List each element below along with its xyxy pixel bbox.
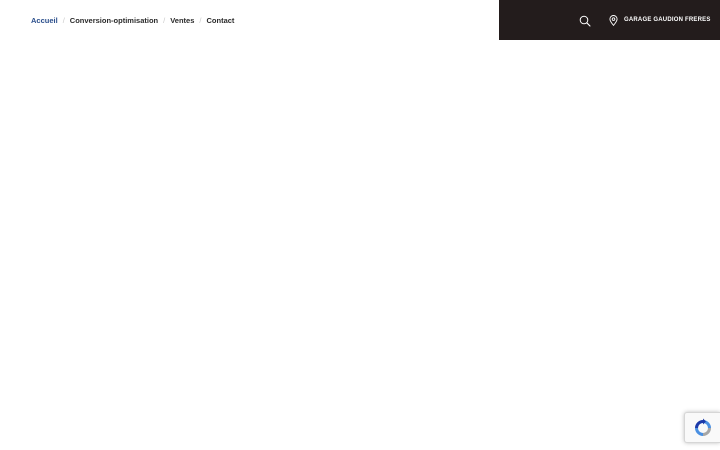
breadcrumb-separator: /: [62, 15, 65, 25]
recaptcha-badge[interactable]: [684, 412, 720, 443]
map-pin-icon: [609, 14, 624, 26]
header-dark-bar: GARAGE GAUDION FRERES: [499, 0, 720, 40]
page: Accueil / Conversion-optimisation / Vent…: [0, 0, 720, 450]
breadcrumb-item-ventes[interactable]: Ventes: [170, 16, 194, 25]
breadcrumb-separator: /: [163, 15, 166, 25]
recaptcha-icon: [695, 418, 711, 436]
breadcrumb-separator: /: [199, 15, 202, 25]
garage-name-label: GARAGE GAUDION FRERES: [624, 17, 711, 23]
breadcrumb-item-contact[interactable]: Contact: [207, 16, 235, 25]
breadcrumb-item-conversion-optimisation[interactable]: Conversion-optimisation: [70, 16, 158, 25]
garage-location-link[interactable]: GARAGE GAUDION FRERES: [609, 14, 711, 26]
breadcrumb: Accueil / Conversion-optimisation / Vent…: [31, 14, 234, 26]
breadcrumb-item-accueil[interactable]: Accueil: [31, 16, 58, 25]
search-icon[interactable]: [579, 14, 591, 27]
